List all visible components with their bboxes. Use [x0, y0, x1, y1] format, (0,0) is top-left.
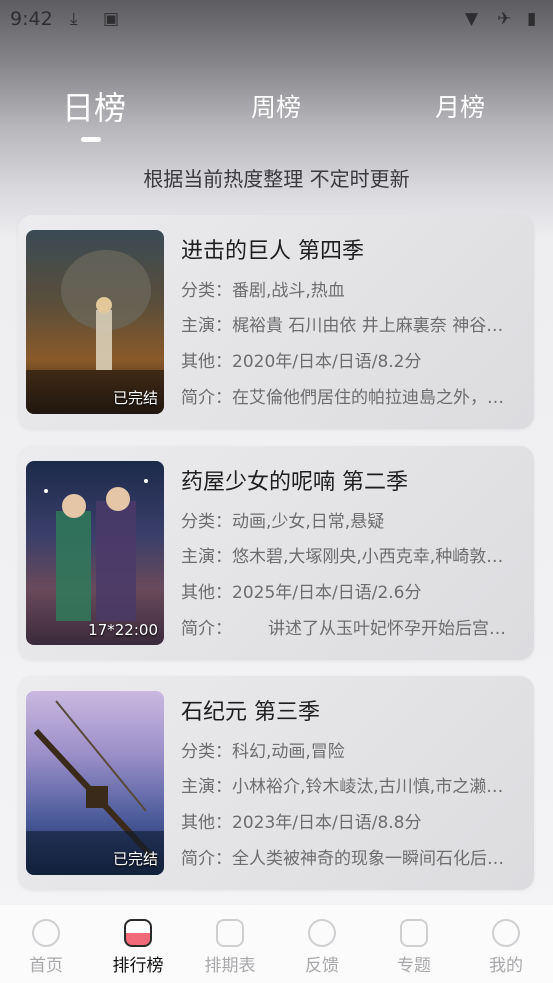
other-row: 其他：2025年/日本/日语/2.6分 [181, 583, 422, 603]
nav-feedback[interactable]: 反馈 [276, 905, 368, 983]
intro-row: 简介：在艾倫他們居住的帕拉迪島之外，… [181, 388, 504, 408]
nav-home[interactable]: 首页 [0, 905, 92, 983]
nav-ranking[interactable]: 排行榜 [92, 905, 184, 983]
poster-image[interactable]: 17*22:00 [26, 461, 164, 645]
font-icon: ▣ [103, 9, 120, 29]
poster-art [44, 479, 148, 621]
category-row: 分类：番剧,战斗,热血 [181, 281, 345, 301]
feedback-icon [308, 919, 336, 947]
status-badge: 已完结 [112, 850, 158, 868]
intro-row: 简介：全人类被神奇的现象一瞬间石化后… [181, 849, 504, 869]
page-subtitle: 根据当前热度整理 不定时更新 [143, 167, 410, 191]
airplane-icon: ✈ [497, 9, 512, 29]
status-time: 9:42 [10, 8, 53, 30]
anime-title[interactable]: 进击的巨人 第四季 [181, 233, 364, 265]
status-badge: 17*22:00 [88, 621, 158, 639]
wifi-icon: ▼ [465, 9, 479, 29]
battery-icon: ▮ [527, 9, 537, 29]
cast-row: 主演：悠木碧,大塚刚央,小西克幸,种崎敦… [181, 547, 504, 567]
ranking-icon [124, 919, 152, 947]
tab-weekly[interactable]: 周榜 [251, 88, 301, 124]
anime-title[interactable]: 石纪元 第三季 [181, 694, 320, 726]
nav-label: 首页 [29, 956, 63, 976]
tab-daily[interactable]: 日榜 [62, 83, 126, 129]
topic-icon [400, 919, 428, 947]
anime-title[interactable]: 药屋少女的呢喃 第二季 [181, 464, 408, 496]
poster-image[interactable]: 已完结 [26, 230, 164, 414]
nav-topic[interactable]: 专题 [368, 905, 460, 983]
nav-label: 排行榜 [112, 956, 164, 976]
profile-icon [492, 919, 520, 947]
nav-label: 我的 [489, 956, 523, 976]
home-icon [32, 919, 60, 947]
cast-row: 主演：小林裕介,铃木崚汰,古川慎,市之濑… [181, 777, 504, 797]
download-icon: ⤓ [70, 9, 78, 29]
cast-row: 主演：梶裕貴 石川由依 井上麻裏奈 神谷… [181, 316, 504, 336]
tab-monthly[interactable]: 月榜 [435, 88, 485, 124]
status-badge: 已完结 [112, 389, 158, 407]
schedule-icon [216, 919, 244, 947]
category-row: 分类：科幻,动画,冒险 [181, 742, 345, 762]
other-row: 其他：2020年/日本/日语/8.2分 [181, 352, 422, 372]
nav-label: 排期表 [204, 956, 256, 976]
nav-profile[interactable]: 我的 [460, 905, 552, 983]
other-row: 其他：2023年/日本/日语/8.8分 [181, 813, 422, 833]
anime-card[interactable]: 已完结 进击的巨人 第四季 分类：番剧,战斗,热血 主演：梶裕貴 石川由依 井上… [18, 215, 534, 429]
anime-card[interactable]: 已完结 石纪元 第三季 分类：科幻,动画,冒险 主演：小林裕介,铃木崚汰,古川慎… [18, 676, 534, 890]
nav-schedule[interactable]: 排期表 [184, 905, 276, 983]
category-row: 分类：动画,少女,日常,悬疑 [181, 512, 385, 532]
nav-label: 专题 [397, 956, 431, 976]
poster-image[interactable]: 已完结 [26, 691, 164, 875]
ranking-tabs: 日榜 周榜 月榜 [0, 88, 553, 148]
status-bar: 9:42 ⤓ ▣ ▼ ✈ ▮ [0, 0, 553, 40]
bottom-nav: 首页 排行榜 排期表 反馈 专题 我的 [0, 905, 553, 983]
anime-card[interactable]: 17*22:00 药屋少女的呢喃 第二季 分类：动画,少女,日常,悬疑 主演：悠… [18, 446, 534, 660]
nav-label: 反馈 [305, 956, 339, 976]
tab-indicator [81, 137, 101, 142]
intro-row: 简介： 讲述了从玉叶妃怀孕开始后宫… [181, 619, 506, 639]
